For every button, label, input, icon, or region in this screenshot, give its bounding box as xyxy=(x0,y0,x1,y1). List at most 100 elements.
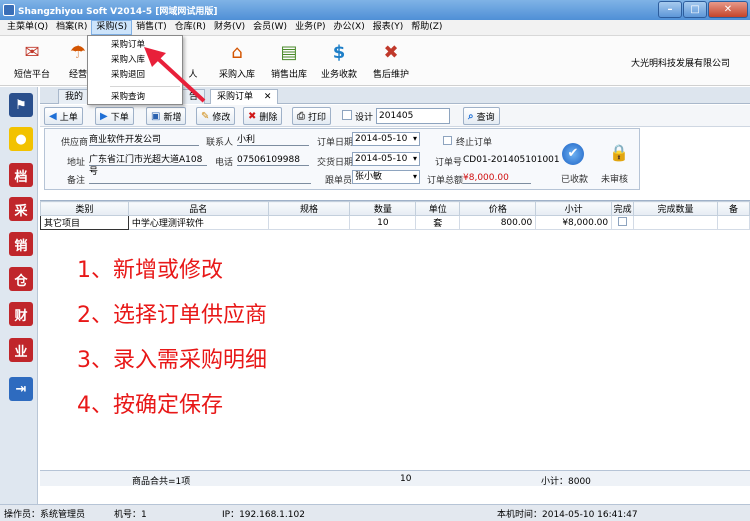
stop-order-label: 终止订单 xyxy=(456,138,493,148)
cell-category[interactable]: 其它项目 xyxy=(40,215,129,230)
menu-report[interactable]: 报表(Y) xyxy=(369,20,408,35)
menu-archive[interactable]: 档案(R) xyxy=(52,20,91,35)
delete-button[interactable]: ✖ 删除 xyxy=(243,107,283,125)
design-checkbox[interactable] xyxy=(342,110,352,120)
left-arrow-icon: ◀ xyxy=(49,110,57,122)
contact-field[interactable]: 小利 xyxy=(237,134,309,146)
sales-icon[interactable]: 销 xyxy=(9,232,33,256)
menu-finance[interactable]: 财务(V) xyxy=(210,20,249,35)
house-icon: ⌂ xyxy=(231,41,243,63)
cell-done[interactable] xyxy=(611,215,635,230)
annotation-arrow xyxy=(144,47,206,103)
search-icon: ⌕ xyxy=(468,110,474,122)
cell-remark[interactable] xyxy=(716,215,750,230)
total-label: 订单总额 xyxy=(427,176,464,186)
menu-purchase[interactable]: 采购(S) xyxy=(91,20,133,35)
delivery-date-picker[interactable]: 2014-05-10 xyxy=(352,152,420,166)
col-subtotal: 小计 xyxy=(535,201,613,216)
new-button[interactable]: ▣ 新增 xyxy=(146,107,187,125)
col-done: 完成 xyxy=(611,201,635,216)
print-button[interactable]: ⎙ 打印 xyxy=(292,107,332,125)
sales-out-button[interactable]: ▤ 销售出库 xyxy=(266,38,312,81)
minimize-button[interactable]: – xyxy=(658,1,682,18)
delete-icon: ✖ xyxy=(248,110,257,122)
menu-office[interactable]: 办公(X) xyxy=(330,20,369,35)
col-category: 类别 xyxy=(40,201,129,216)
menu-help[interactable]: 帮助(Z) xyxy=(407,20,446,35)
exit-icon[interactable]: ⇥ xyxy=(9,377,33,401)
menu-business[interactable]: 业务(P) xyxy=(291,20,329,35)
remark-label: 备注 xyxy=(67,176,86,186)
tab-my[interactable]: 我的 xyxy=(58,89,91,104)
address-field[interactable]: 广东省江门市光超大道A108号 xyxy=(89,154,207,177)
stop-order-checkbox[interactable] xyxy=(443,136,452,145)
menu-sales[interactable]: 销售(T) xyxy=(132,20,171,35)
cell-price[interactable]: 800.00 xyxy=(459,215,537,230)
cell-done-qty[interactable] xyxy=(633,215,718,230)
tools-icon: ✖ xyxy=(383,41,399,63)
warehouse-icon[interactable]: 仓 xyxy=(9,267,33,291)
pencil-icon: ✎ xyxy=(201,110,210,122)
cell-spec[interactable] xyxy=(267,215,351,230)
cell-name[interactable]: 中学心理测评软件 xyxy=(127,215,269,230)
status-bar: 操作员：系统管理员 机号：1 IP：192.168.1.102 本机时间：201… xyxy=(0,504,750,521)
menu-member[interactable]: 会员(W) xyxy=(249,20,291,35)
summary-subtotal: 小计：8000 xyxy=(541,477,591,487)
instruction-1: 1、新增或修改 xyxy=(77,258,223,283)
purchase-in-button[interactable]: ⌂ 采购入库 xyxy=(214,38,260,81)
collection-button[interactable]: $ 业务收款 xyxy=(316,38,362,81)
order-date-label: 订单日期 xyxy=(317,138,354,148)
detail-grid: 类别 品名 规格 数量 单位 价格 小计 完成 完成数量 备 其它项目 中学心理… xyxy=(40,200,750,470)
prev-button[interactable]: ◀ 上单 xyxy=(44,107,83,125)
unaudit-label: 未审核 xyxy=(601,175,629,185)
cell-unit[interactable]: 套 xyxy=(415,215,461,230)
search-input[interactable]: 201405 xyxy=(376,108,450,124)
status-ip: IP：192.168.1.102 xyxy=(222,510,305,520)
next-button[interactable]: ▶ 下单 xyxy=(95,107,134,125)
summary-qty: 10 xyxy=(400,474,412,484)
instruction-2: 2、选择订单供应商 xyxy=(77,303,267,328)
menu-main[interactable]: 主菜单(Q) xyxy=(3,20,52,35)
tab-purchase-order[interactable]: 采购订单 ✕ xyxy=(210,89,279,104)
col-remark: 备 xyxy=(716,201,750,216)
close-button[interactable]: ✕ xyxy=(708,1,748,18)
supplier-field[interactable]: 商业软件开发公司 xyxy=(89,134,199,146)
done-checkbox[interactable] xyxy=(618,216,628,226)
unaudit-icon[interactable]: 🔒 xyxy=(608,143,630,165)
archive-icon[interactable]: 档 xyxy=(9,163,33,187)
handler-select[interactable]: 张小敏 xyxy=(352,170,420,184)
close-tab-icon[interactable]: ✕ xyxy=(264,92,272,102)
maximize-button[interactable]: □ xyxy=(683,1,707,18)
finance-icon[interactable]: 财 xyxy=(9,302,33,326)
remark-field[interactable] xyxy=(89,172,311,184)
grid-header-row: 类别 品名 规格 数量 单位 价格 小计 完成 完成数量 备 xyxy=(40,201,750,216)
cell-qty[interactable]: 10 xyxy=(349,215,417,230)
left-sidebar: ⚑ ● 档 采 销 仓 财 业 ⇥ xyxy=(0,87,38,505)
bulb-icon[interactable]: ● xyxy=(9,127,33,151)
dollar-icon: $ xyxy=(332,41,346,63)
title-bar: Shangzhiyou Soft V2014-5 [网域网试用版] – □ ✕ xyxy=(0,0,750,20)
check-icon[interactable]: ✔ xyxy=(562,143,584,165)
menu-bar: 主菜单(Q) 档案(R) 采购(S) 销售(T) 仓库(R) 财务(V) 会员(… xyxy=(0,20,750,36)
total-value: ¥8,000.00 xyxy=(463,172,531,184)
summary-bar: 商品合共=1项 10 小计：8000 xyxy=(40,470,750,487)
address-label: 地址 xyxy=(67,158,86,168)
menu-warehouse[interactable]: 仓库(R) xyxy=(171,20,210,35)
flag-icon[interactable]: ⚑ xyxy=(9,93,33,117)
sms-platform-button[interactable]: ✉ 短信平台 xyxy=(10,38,54,81)
purchase-icon[interactable]: 采 xyxy=(9,197,33,221)
paid-label: 已收款 xyxy=(561,175,589,185)
instruction-3: 3、录入需采购明细 xyxy=(77,348,267,373)
order-form: 供应商 商业软件开发公司 联系人 小利 订单日期 2014-05-10 终止订单… xyxy=(44,128,640,190)
document-icon: ▤ xyxy=(280,41,298,63)
order-no-value: CD01-201405101001 xyxy=(463,155,560,165)
search-button[interactable]: ⌕ 查询 xyxy=(463,107,500,125)
edit-button[interactable]: ✎ 修改 xyxy=(196,107,236,125)
business-icon[interactable]: 业 xyxy=(9,338,33,362)
order-date-picker[interactable]: 2014-05-10 xyxy=(352,132,420,146)
phone-label: 电话 xyxy=(215,158,234,168)
phone-field[interactable]: 07506109988 xyxy=(237,154,309,166)
table-row[interactable]: 其它项目 中学心理测评软件 10 套 800.00 ¥8,000.00 xyxy=(40,215,750,230)
after-sales-button[interactable]: ✖ 售后维护 xyxy=(368,38,414,81)
status-time: 本机时间：2014-05-10 16:41:47 xyxy=(497,510,638,520)
